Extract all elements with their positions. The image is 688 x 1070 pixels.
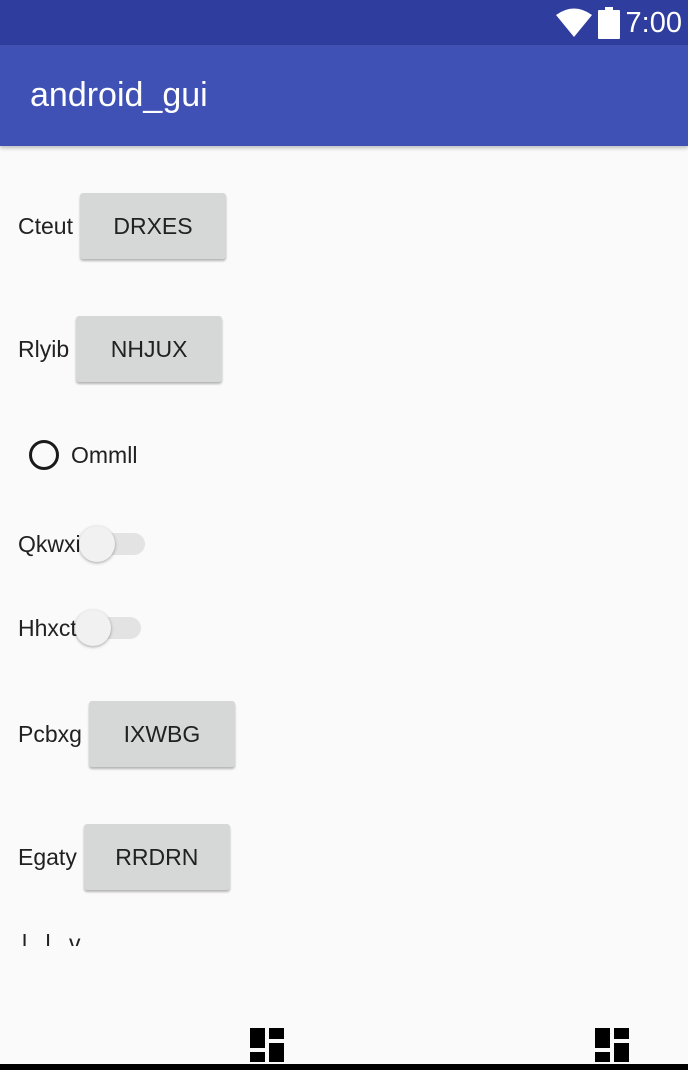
hhxct-label: Hhxct xyxy=(18,614,77,641)
ommll-radio-row[interactable]: Ommll xyxy=(18,440,137,470)
ommll-radio[interactable] xyxy=(29,440,59,470)
ixwbg-button[interactable]: IXWBG xyxy=(88,701,235,767)
bottom-edge xyxy=(0,1064,688,1070)
row-rlyib: Rlyib NHJUX xyxy=(18,316,223,382)
wifi-icon xyxy=(555,8,592,37)
dashboard-icon[interactable] xyxy=(250,1028,284,1062)
status-time: 7:00 xyxy=(625,6,682,39)
rlyib-label: Rlyib xyxy=(18,335,70,362)
dashboard-icon[interactable] xyxy=(595,1028,629,1062)
status-bar: 7:00 xyxy=(0,0,688,45)
pcbxg-label: Pcbxg xyxy=(18,720,82,747)
switch-thumb[interactable] xyxy=(78,526,115,562)
app-title: android_gui xyxy=(30,76,208,114)
app-bar: android_gui xyxy=(0,45,688,146)
status-icons: 7:00 xyxy=(555,6,682,40)
bottom-nav xyxy=(0,1010,688,1066)
content-area[interactable]: Cteut DRXES Rlyib NHJUX Ommll Qkwxi Hhxc… xyxy=(0,146,688,946)
qkwxi-label: Qkwxi xyxy=(18,530,81,557)
hhxct-switch[interactable] xyxy=(74,608,141,648)
battery-icon xyxy=(597,7,620,39)
cteut-label: Cteut xyxy=(18,212,73,239)
ommll-label[interactable]: Ommll xyxy=(71,442,137,469)
row-cteut: Cteut DRXES xyxy=(18,193,226,259)
partial-label: l l v xyxy=(22,930,87,946)
rrdrn-button[interactable]: RRDRN xyxy=(83,824,230,890)
drxes-button[interactable]: DRXES xyxy=(79,193,226,259)
row-pcbxg: Pcbxg IXWBG xyxy=(18,701,235,767)
nhjux-button[interactable]: NHJUX xyxy=(76,316,223,382)
hhxct-switch-row[interactable]: Hhxct xyxy=(18,608,141,648)
row-egaty: Egaty RRDRN xyxy=(18,824,230,890)
qkwxi-switch[interactable] xyxy=(78,524,145,564)
switch-thumb[interactable] xyxy=(74,610,111,646)
qkwxi-switch-row[interactable]: Qkwxi xyxy=(18,524,145,564)
egaty-label: Egaty xyxy=(18,843,77,870)
